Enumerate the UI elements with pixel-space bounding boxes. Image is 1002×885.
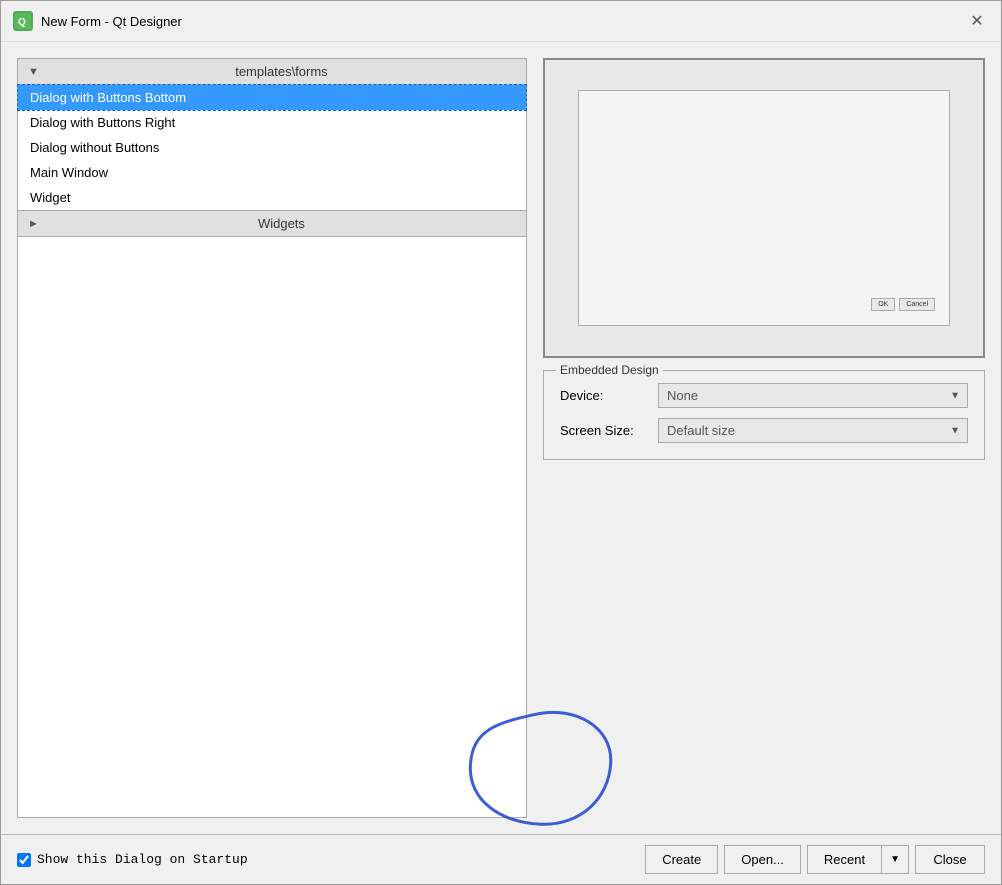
create-button[interactable]: Create (645, 845, 718, 874)
embedded-design-legend: Embedded Design (556, 363, 663, 377)
preview-box: OK Cancel (543, 58, 985, 358)
list-item[interactable]: Main Window (18, 160, 526, 185)
embedded-design-panel: Embedded Design Device: None Screen Size… (543, 370, 985, 460)
device-select-wrapper: None (658, 383, 968, 408)
svg-text:Q: Q (18, 17, 26, 28)
window-title: New Form - Qt Designer (41, 14, 957, 29)
chevron-down-icon: ▼ (28, 66, 39, 78)
list-item[interactable]: Dialog with Buttons Right (18, 110, 526, 135)
titlebar: Q New Form - Qt Designer ✕ (1, 1, 1001, 42)
tree-header: ▼ templates\forms (18, 59, 526, 85)
main-content: ▼ templates\forms Dialog with Buttons Bo… (1, 42, 1001, 834)
startup-checkbox-label: Show this Dialog on Startup (37, 852, 248, 867)
footer: Show this Dialog on Startup Create Open.… (1, 834, 1001, 884)
recent-dropdown-button[interactable]: ▼ (882, 848, 908, 871)
widgets-subheader-label: Widgets (47, 216, 516, 231)
screen-size-select[interactable]: Default size (658, 418, 968, 443)
preview-ok-button: OK (871, 298, 895, 311)
close-window-button[interactable]: ✕ (965, 9, 989, 33)
template-tree-panel: ▼ templates\forms Dialog with Buttons Bo… (17, 58, 527, 818)
right-panel: OK Cancel Embedded Design Device: None (543, 58, 985, 818)
template-list: Dialog with Buttons Bottom Dialog with B… (18, 85, 526, 210)
recent-button-group: Recent ▼ (807, 845, 909, 874)
screen-size-label: Screen Size: (560, 423, 650, 438)
preview-cancel-button: Cancel (899, 298, 935, 311)
chevron-right-icon: ► (28, 218, 39, 230)
device-row: Device: None (560, 383, 968, 408)
preview-inner: OK Cancel (578, 90, 950, 327)
device-label: Device: (560, 388, 650, 403)
footer-buttons: Create Open... Recent ▼ Close (645, 845, 985, 874)
preview-dialog-buttons: OK Cancel (871, 298, 935, 311)
open-button[interactable]: Open... (724, 845, 801, 874)
close-button[interactable]: Close (915, 845, 985, 874)
startup-checkbox[interactable] (17, 853, 31, 867)
list-item[interactable]: Dialog without Buttons (18, 135, 526, 160)
main-window: Q New Form - Qt Designer ✕ ▼ templates\f… (0, 0, 1002, 885)
app-icon: Q (13, 11, 33, 31)
tree-header-label: templates\forms (47, 64, 516, 79)
device-select[interactable]: None (658, 383, 968, 408)
screen-size-row: Screen Size: Default size (560, 418, 968, 443)
list-item[interactable]: Dialog with Buttons Bottom (18, 85, 526, 110)
widgets-subheader: ► Widgets (18, 210, 526, 237)
recent-button[interactable]: Recent (808, 846, 882, 873)
startup-checkbox-row: Show this Dialog on Startup (17, 852, 248, 867)
screen-size-select-wrapper: Default size (658, 418, 968, 443)
list-item[interactable]: Widget (18, 185, 526, 210)
